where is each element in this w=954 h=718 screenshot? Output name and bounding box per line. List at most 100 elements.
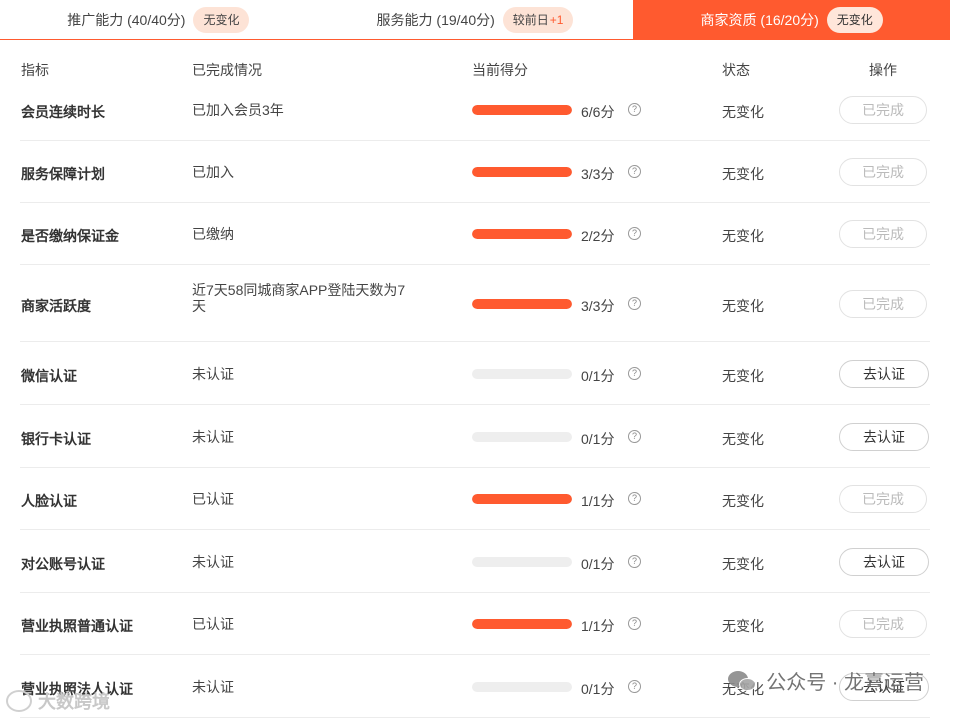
- score-text: 2/2分: [581, 228, 615, 244]
- indicator-name: 服务保障计划: [21, 166, 105, 182]
- score-progress-bar: [472, 368, 572, 379]
- watermark-text: 公众号 · 龙熹运营: [766, 672, 924, 694]
- completed-button: 已完成: [839, 220, 927, 248]
- indicator-name: 会员连续时长: [21, 104, 105, 120]
- table-row: 营业执照普通认证 已认证 1/1分? 无变化 已完成: [20, 593, 930, 655]
- completion-text: 已认证: [192, 616, 234, 632]
- badge-text: 较前日: [512, 13, 549, 27]
- status-text: 无变化: [722, 297, 764, 314]
- completion-text: 已缴纳: [192, 226, 234, 242]
- score-progress-fill: [472, 298, 572, 309]
- help-icon[interactable]: ?: [628, 554, 641, 568]
- table-row: 人脸认证 已认证 1/1分? 无变化 已完成: [20, 468, 930, 530]
- help-icon[interactable]: ?: [628, 103, 641, 116]
- tab-3[interactable]: 商家资质 (16/20分) 无变化: [633, 0, 951, 39]
- indicator-name: 对公账号认证: [21, 555, 105, 572]
- completion-text: 未认证: [192, 553, 234, 570]
- table-row: 是否缴纳保证金 已缴纳 2/2分? 无变化 已完成: [20, 203, 930, 265]
- tab-change-badge: 较前日 +1: [502, 6, 574, 33]
- completion-text: 未认证: [192, 678, 234, 695]
- col-status: 状态: [722, 62, 750, 78]
- tab-2[interactable]: 服务能力 (19/40分) 较前日 +1: [317, 0, 634, 39]
- go-verify-button[interactable]: 去认证: [839, 359, 929, 388]
- wechat-watermark: 公众号 · 龙熹运营: [728, 666, 924, 695]
- help-icon[interactable]: ?: [628, 227, 641, 240]
- indicator-name: 银行卡认证: [21, 430, 91, 447]
- score-text: 1/1分: [581, 618, 615, 634]
- tab-label: 商家资质 (16/20分): [700, 11, 819, 28]
- logo-icon: [6, 690, 32, 712]
- status-text: 无变化: [722, 493, 764, 509]
- table-row: 商家活跃度 近7天58同城商家APP登陆天数为7天 3/3分? 无变化 已完成: [20, 265, 930, 342]
- status-text: 无变化: [722, 618, 764, 634]
- help-icon[interactable]: ?: [628, 165, 641, 178]
- secondary-watermark-text: 大数跨境: [38, 692, 110, 712]
- score-progress-bar: [472, 167, 572, 177]
- table-row: 会员连续时长 已加入会员3年 6/6分? 无变化 已完成: [20, 96, 930, 141]
- col-score: 当前得分: [472, 62, 528, 78]
- indicator-name: 商家活跃度: [21, 297, 91, 314]
- score-text: 0/1分: [581, 555, 615, 572]
- score-progress-fill: [472, 167, 572, 177]
- score-progress-fill: [472, 229, 572, 239]
- score-progress-bar: [472, 105, 572, 115]
- status-text: 无变化: [722, 104, 764, 120]
- completion-text: 已认证: [192, 491, 234, 507]
- score-progress-fill: [472, 494, 572, 504]
- table-row: 微信认证 未认证 0/1分? 无变化 去认证: [20, 342, 930, 405]
- completed-button: 已完成: [839, 158, 927, 186]
- help-icon[interactable]: ?: [628, 429, 641, 443]
- score-progress-bar: [472, 298, 572, 309]
- completed-button: 已完成: [839, 96, 927, 124]
- score-progress-bar: [472, 229, 572, 239]
- completed-button: 已完成: [839, 485, 927, 513]
- status-text: 无变化: [722, 166, 764, 182]
- indicator-name: 人脸认证: [21, 493, 77, 509]
- indicator-name: 微信认证: [21, 367, 77, 384]
- col-indicator: 指标: [21, 62, 49, 78]
- table-row: 对公账号认证 未认证 0/1分? 无变化 去认证: [20, 530, 930, 593]
- score-progress-fill: [472, 619, 572, 629]
- completion-text: 近7天58同城商家APP登陆天数为7天: [192, 281, 406, 314]
- go-verify-button[interactable]: 去认证: [839, 422, 929, 451]
- tab-1[interactable]: 推广能力 (40/40分) 无变化: [0, 0, 317, 39]
- wechat-icon: [728, 669, 758, 693]
- tab-label: 推广能力 (40/40分): [67, 11, 186, 28]
- score-text: 0/1分: [581, 367, 615, 384]
- indicator-name: 是否缴纳保证金: [21, 228, 119, 244]
- score-progress-bar: [472, 494, 572, 504]
- completion-text: 未认证: [192, 428, 234, 445]
- score-progress-bar: [472, 431, 572, 442]
- score-progress-bar: [472, 681, 572, 692]
- go-verify-button[interactable]: 去认证: [839, 547, 929, 576]
- completion-text: 已加入: [192, 164, 234, 180]
- score-progress-bar: [472, 556, 572, 567]
- col-completion: 已完成情况: [192, 62, 262, 78]
- table-row: 服务保障计划 已加入 3/3分? 无变化 已完成: [20, 141, 930, 203]
- completed-button: 已完成: [839, 289, 927, 318]
- help-icon[interactable]: ?: [628, 296, 641, 310]
- score-text: 6/6分: [581, 104, 615, 120]
- secondary-watermark: 大数跨境: [6, 688, 110, 714]
- completion-text: 未认证: [192, 365, 234, 382]
- score-progress-bar: [472, 619, 572, 629]
- score-progress-fill: [472, 105, 572, 115]
- completion-text: 已加入会员3年: [192, 102, 284, 118]
- tab-change-badge: 无变化: [193, 6, 250, 33]
- help-icon[interactable]: ?: [628, 492, 641, 505]
- score-text: 3/3分: [581, 297, 615, 314]
- completed-button: 已完成: [839, 610, 927, 638]
- score-text: 3/3分: [581, 166, 615, 182]
- help-icon[interactable]: ?: [628, 679, 641, 693]
- score-text: 1/1分: [581, 493, 615, 509]
- help-icon[interactable]: ?: [628, 617, 641, 630]
- help-icon[interactable]: ?: [628, 366, 641, 380]
- score-text: 0/1分: [581, 680, 615, 697]
- badge-delta: +1: [549, 12, 564, 27]
- indicator-name: 营业执照普通认证: [21, 618, 133, 634]
- table-row: 银行卡认证 未认证 0/1分? 无变化 去认证: [20, 405, 930, 468]
- table-header: 指标 已完成情况 当前得分 状态 操作: [0, 40, 950, 96]
- status-text: 无变化: [722, 228, 764, 244]
- score-text: 0/1分: [581, 430, 615, 447]
- badge-text: 无变化: [203, 13, 240, 27]
